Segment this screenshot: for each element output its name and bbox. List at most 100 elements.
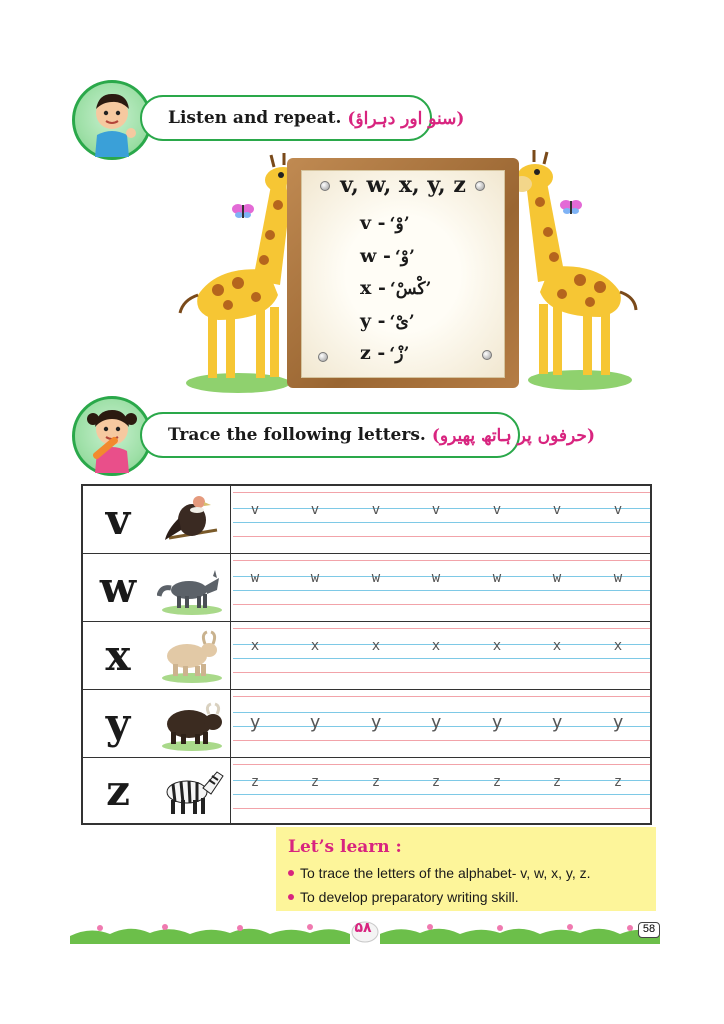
trace-letter[interactable]: y [366,712,386,733]
trace-letter[interactable]: y [305,712,325,733]
ox-icon [162,630,222,683]
trace-letter[interactable]: z [426,774,446,790]
tracing-lines: x x x x x x x [233,622,650,689]
pair-letter: w - [360,245,391,267]
bullet-icon [288,870,294,876]
giraffe-right-icon [512,150,638,390]
trace-letter[interactable]: v [608,502,628,518]
wolf-cell [153,554,231,621]
butterfly-left-icon [232,204,254,218]
learn-item: To develop preparatory writing skill. [288,885,644,909]
trace-letter[interactable]: w [487,570,507,586]
yak-icon [162,702,222,751]
table-row: x x x x x x x x [83,622,650,690]
learn-item-text: To trace the letters of the alphabet- v,… [300,865,591,881]
pair-v: v - ‘وْ’ [360,212,480,234]
listen-repeat-header: Listen and repeat. (سنو اور دہراؤ) [140,95,464,141]
pair-x: x - ‘کْسْ’ [360,277,480,299]
pair-letter: x - [360,277,386,299]
trace-letter[interactable]: v [426,502,446,518]
learn-item: To trace the letters of the alphabet- v,… [288,861,644,885]
listen-repeat-urdu: (سنو اور دہراؤ) [347,108,465,129]
yak-cell [153,690,231,757]
trace-letter[interactable]: w [608,570,628,586]
tracing-lines: w w w w w w w [233,554,650,621]
bullet-icon [288,894,294,900]
pin-icon [482,350,492,360]
trace-letter[interactable]: y [245,712,265,733]
lets-learn-title: Let’s learn : [288,837,402,857]
trace-letter[interactable]: z [366,774,386,790]
table-row: w w w w w w w w [83,554,650,622]
trace-letter[interactable]: v [245,502,265,518]
vulture-icon [165,496,218,540]
trace-letter[interactable]: w [305,570,325,586]
lets-learn-box: Let’s learn : To trace the letters of th… [276,827,656,911]
trace-letter[interactable]: v [547,502,567,518]
pair-urdu: ‘یْ’ [389,312,415,332]
trace-letter[interactable]: y [426,712,446,733]
trace-letter[interactable]: w [547,570,567,586]
zebra-icon [166,771,224,814]
row-letter: v [105,495,131,544]
trace-letter[interactable]: w [426,570,446,586]
girl-icon [87,410,137,473]
trace-letter[interactable]: z [608,774,628,790]
trace-letter[interactable]: z [305,774,325,790]
row-letter: x [105,631,131,680]
butterfly-right-icon [560,200,582,214]
row-letter: y [105,699,131,748]
pair-letter: v - [360,212,386,234]
listen-repeat-title: Listen and repeat. [168,108,342,128]
board-title: v, w, x, y, z [340,172,466,198]
tracing-lines: v v v v v v v [233,486,650,553]
pair-y: y - ‘یْ’ [360,310,480,332]
pair-urdu: ‘کْسْ’ [389,279,432,299]
trace-letter[interactable]: x [487,638,507,654]
trace-letter[interactable]: v [487,502,507,518]
pair-z: z - ‘زْ’ [360,342,480,364]
trace-letters-urdu: (حرفوں پر ہاتھ پھیرو) [431,425,595,446]
trace-letter[interactable]: z [547,774,567,790]
learn-item-text: To develop preparatory writing skill. [300,889,519,905]
tracing-lines: y y y y y y y [233,690,650,757]
wolf-icon [157,570,222,615]
trace-letter[interactable]: y [487,712,507,733]
vulture-cell [153,486,231,553]
table-row: z z z z z z z z [83,758,650,823]
pin-icon [318,352,328,362]
trace-letter[interactable]: x [608,638,628,654]
boy-icon [95,93,136,157]
trace-letter[interactable]: z [487,774,507,790]
trace-letters-header: Trace the following letters. (حرفوں پر ہ… [140,412,595,458]
trace-letters-title: Trace the following letters. [168,425,426,445]
pair-urdu: ‘زْ’ [389,344,410,364]
row-letter: w [99,563,137,612]
ox-cell [153,622,231,689]
table-row: y y y y y y y y [83,690,650,758]
trace-letter[interactable]: x [547,638,567,654]
pair-letter: y - [360,310,386,332]
trace-letter[interactable]: y [547,712,567,733]
pair-letter: z - [360,342,386,364]
trace-letter[interactable]: x [366,638,386,654]
pair-w: w - ‘وْ’ [360,245,480,267]
tracing-lines: z z z z z z z [233,758,650,823]
tracing-table: v v v v v v v v w w w w w w w w x x x x … [81,484,652,825]
pair-urdu: ‘وْ’ [389,214,410,234]
zebra-cell [153,758,231,823]
trace-letter[interactable]: x [245,638,265,654]
trace-letter[interactable]: z [245,774,265,790]
urdu-page-number: ۵۸ [354,920,372,936]
row-letter: z [106,766,130,815]
page-number: 58 [638,922,660,938]
table-row: v v v v v v v v [83,486,650,554]
trace-letter[interactable]: x [426,638,446,654]
trace-letter[interactable]: v [366,502,386,518]
trace-letter[interactable]: v [305,502,325,518]
trace-letter[interactable]: w [366,570,386,586]
trace-letter[interactable]: x [305,638,325,654]
pair-urdu: ‘وْ’ [394,247,415,267]
trace-letter[interactable]: y [608,712,628,733]
trace-letter[interactable]: w [245,570,265,586]
